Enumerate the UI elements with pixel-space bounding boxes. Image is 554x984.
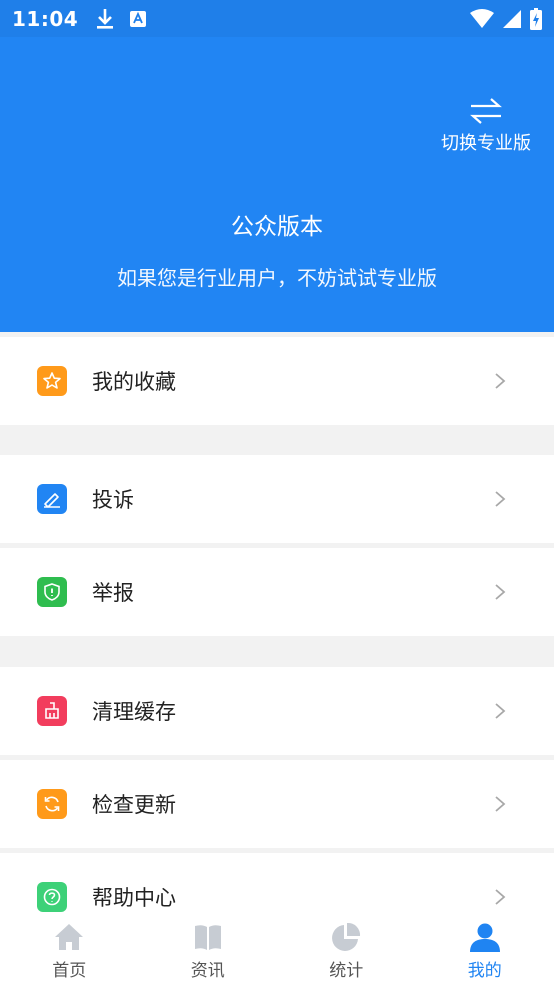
status-bar: 11:04 — [0, 0, 554, 37]
tab-label-home: 首页 — [52, 961, 87, 981]
home-icon — [55, 924, 84, 950]
pie-chart-icon — [332, 922, 361, 951]
broom-icon — [37, 696, 67, 726]
menu-item-check-update[interactable]: 检查更新 — [0, 760, 554, 848]
book-icon — [194, 925, 221, 950]
menu-item-complaint[interactable]: 投诉 — [0, 455, 554, 543]
download-icon — [97, 8, 114, 29]
chevron-right-icon — [495, 491, 506, 507]
chevron-right-icon — [495, 796, 506, 812]
bottom-tab-bar: 首页 资讯 统计 我的 — [0, 918, 554, 984]
switch-pro-button[interactable]: 切换专业版 — [440, 97, 532, 155]
tab-mine[interactable]: 我的 — [416, 918, 554, 984]
menu-label-favorites: 我的收藏 — [92, 370, 176, 394]
tab-news[interactable]: 资讯 — [139, 918, 278, 984]
refresh-icon — [37, 789, 67, 819]
shield-icon — [37, 577, 67, 607]
version-title: 公众版本 — [231, 214, 323, 240]
chevron-right-icon — [495, 703, 506, 719]
signal-icon — [503, 9, 521, 28]
tab-label-news: 资讯 — [190, 961, 225, 981]
status-time: 11:04 — [12, 6, 79, 31]
app-notification-icon — [130, 10, 147, 27]
version-subtitle: 如果您是行业用户，不妨试试专业版 — [117, 266, 437, 290]
tab-label-statistics: 统计 — [329, 961, 364, 981]
switch-pro-label: 切换专业版 — [441, 133, 531, 154]
menu-label-complaint: 投诉 — [92, 488, 134, 512]
menu-label-report: 举报 — [92, 581, 134, 605]
chevron-right-icon — [495, 584, 506, 600]
menu-item-clear-cache[interactable]: 清理缓存 — [0, 667, 554, 755]
tab-statistics[interactable]: 统计 — [277, 918, 416, 984]
user-icon — [469, 923, 500, 952]
chevron-right-icon — [495, 889, 506, 905]
menu-item-report[interactable]: 举报 — [0, 548, 554, 636]
battery-icon — [530, 7, 542, 30]
chevron-right-icon — [495, 373, 506, 389]
star-icon — [37, 366, 67, 396]
menu-label-check-update: 检查更新 — [92, 793, 176, 817]
menu-item-favorites[interactable]: 我的收藏 — [0, 337, 554, 425]
menu-label-help-center: 帮助中心 — [92, 886, 176, 910]
help-icon — [37, 882, 67, 912]
complaint-icon — [37, 484, 67, 514]
menu-label-clear-cache: 清理缓存 — [92, 700, 176, 724]
tab-label-mine: 我的 — [467, 961, 502, 981]
profile-header: 切换专业版 公众版本 如果您是行业用户，不妨试试专业版 — [0, 37, 554, 332]
wifi-icon — [470, 8, 494, 28]
tab-home[interactable]: 首页 — [0, 918, 139, 984]
switch-arrows-icon — [470, 98, 502, 124]
